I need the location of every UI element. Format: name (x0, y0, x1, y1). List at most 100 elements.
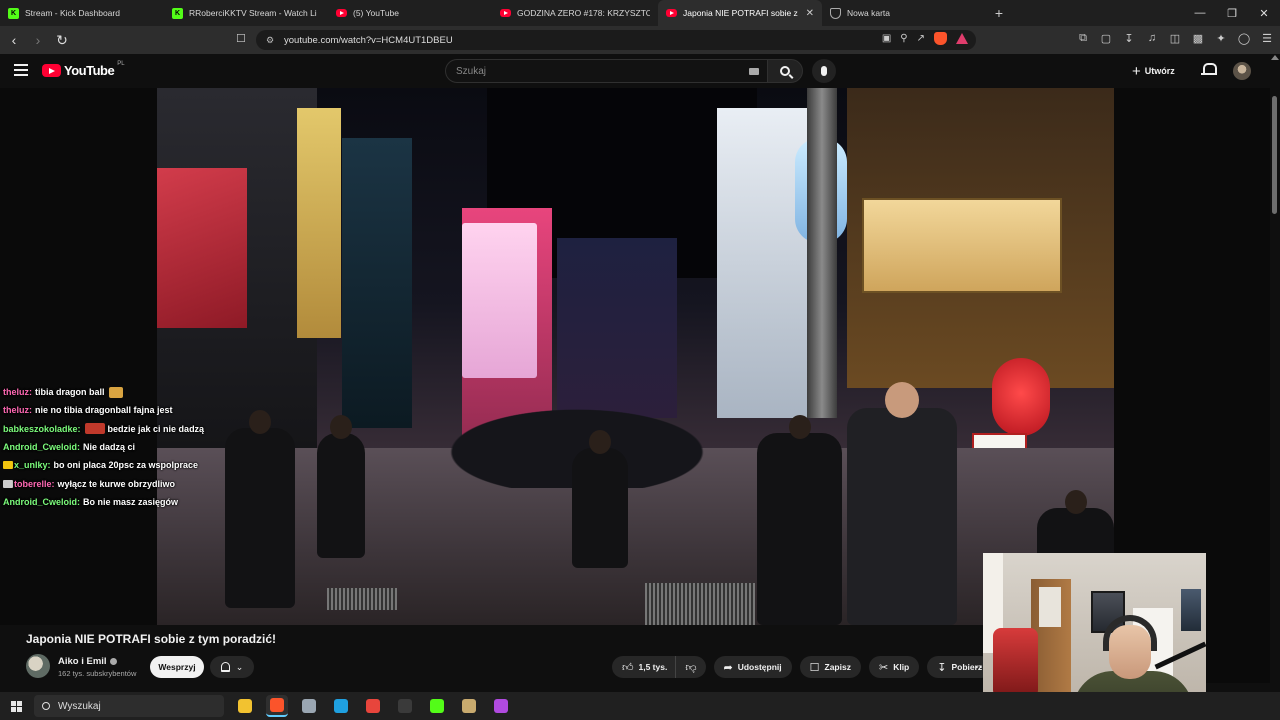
browser-extensions: ⧉ ▢ ↧ ♫ ◫ ▩ ✦ ◯ ☰ (1076, 32, 1274, 45)
share-button[interactable]: ➦ Udostępnij (713, 656, 792, 678)
guide-menu-icon[interactable] (14, 64, 28, 76)
notifications-icon[interactable] (1201, 63, 1217, 76)
music-icon[interactable]: ♫ (1145, 32, 1159, 45)
search-button[interactable] (767, 59, 803, 83)
vpn-icon[interactable]: ◯ (1237, 32, 1251, 45)
create-button[interactable]: + Utwórz (1132, 61, 1175, 81)
chat-username: theluz: (3, 405, 32, 416)
share-icon[interactable]: ↗ (917, 33, 925, 44)
new-tab-button[interactable]: + (986, 0, 1012, 26)
youtube-icon (666, 9, 677, 17)
support-button[interactable]: Wesprzyj (150, 656, 204, 678)
file-explorer-icon[interactable] (234, 695, 256, 717)
streamlabs-icon[interactable] (490, 695, 512, 717)
zoom-icon[interactable]: ⚲ (900, 33, 907, 44)
tab-list: K Stream - Kick Dashboard K RRoberciKKTV St… (0, 0, 986, 26)
ai-icon[interactable]: ✦ (1214, 32, 1228, 45)
browser-tab[interactable]: Japonia NIE POTRAFI sobie z ✕ (658, 0, 822, 26)
minimize-icon[interactable]: — (1184, 0, 1216, 26)
extensions-icon[interactable]: ⧉ (1076, 32, 1090, 45)
channel-name[interactable]: Aiko i Emil (58, 656, 117, 667)
thumbs-up-icon: 👍︎ (622, 661, 634, 674)
subscription-notifications-button[interactable]: ⌄ (210, 656, 254, 678)
like-dislike-group: 👍︎ 1,5 tys. 👎︎ (612, 656, 706, 678)
voice-search-button[interactable] (812, 59, 836, 83)
browser-tab[interactable]: GODZINA ZERO #178: KRZYSZTOF ST (492, 0, 658, 26)
obs-icon[interactable] (394, 695, 416, 717)
browser-tab[interactable]: K Stream - Kick Dashboard (0, 0, 164, 26)
chat-text: Bo nie masz zasięgów (83, 496, 179, 507)
chat-username: babkeszokoladke: (3, 423, 81, 434)
scrollbar-thumb[interactable] (1272, 96, 1277, 214)
cast-icon[interactable]: ▣ (882, 33, 891, 44)
chat-username: x_unlky: (14, 460, 51, 471)
tab-title: (5) YouTube (353, 8, 399, 18)
shield-icon (830, 7, 841, 19)
address-bar-actions: ▣ ⚲ ↗ (882, 32, 968, 45)
kick-app-icon[interactable] (426, 695, 448, 717)
chat-message: theluz: nie no tibia dragonball fajna jes… (3, 401, 253, 419)
brave-shields-icon[interactable] (934, 32, 947, 45)
chat-username: Android_Cweloid: (3, 442, 80, 453)
like-button[interactable]: 👍︎ 1,5 tys. (612, 656, 677, 678)
chrome-icon[interactable] (362, 695, 384, 717)
downloads-icon[interactable]: ↧ (1122, 32, 1136, 45)
scroll-up-icon[interactable] (1271, 55, 1279, 60)
scissors-icon: ✂ (878, 661, 889, 674)
menu-icon[interactable]: ☰ (1260, 32, 1274, 45)
reload-icon[interactable]: ↻ (52, 30, 72, 50)
channel-avatar[interactable] (26, 654, 50, 678)
video-player[interactable] (157, 88, 1114, 625)
chat-username: Android_Cweloid: (3, 496, 80, 507)
search-input[interactable]: Szukaj (445, 59, 767, 83)
window-controls: — ❐ ✕ (1184, 0, 1280, 26)
subscriber-count: 162 tys. subskrybentów (58, 669, 137, 678)
url-text: youtube.com/watch?v=HCM4UT1DBEU (284, 34, 453, 46)
back-icon[interactable]: ‹ (4, 30, 24, 50)
chat-username: toberelle: (14, 478, 55, 489)
save-button[interactable]: ☐ Zapisz (799, 656, 861, 678)
brave-icon[interactable] (266, 695, 288, 717)
forward-icon[interactable]: › (28, 30, 48, 50)
edge-icon[interactable] (330, 695, 352, 717)
video-actions: 👍︎ 1,5 tys. 👎︎ ➦ Udostępnij ☐ Zapisz ✂ K… (612, 656, 993, 678)
kick-icon: K (8, 7, 19, 19)
tab-title: Japonia NIE POTRAFI sobie z (683, 8, 798, 18)
clip-button[interactable]: ✂ Klip (868, 656, 920, 678)
search-icon (780, 66, 790, 76)
browser-tab[interactable]: (5) YouTube (328, 0, 492, 26)
close-window-icon[interactable]: ✕ (1248, 0, 1280, 26)
tab-title: Stream - Kick Dashboard (25, 8, 120, 18)
site-info-icon[interactable]: ⚙ (266, 35, 276, 46)
youtube-masthead: YouTube PL Szukaj + Utwórz (0, 54, 1280, 88)
desktop-app-icon[interactable] (298, 695, 320, 717)
tab-title: GODZINA ZERO #178: KRZYSZTOF ST (517, 8, 650, 18)
close-tab-icon[interactable]: ✕ (806, 8, 814, 19)
brave-rewards-icon[interactable] (956, 33, 968, 44)
youtube-logo[interactable]: YouTube PL (42, 61, 125, 78)
youtube-icon (500, 9, 511, 17)
account-avatar[interactable] (1233, 62, 1251, 80)
chat-text: bo oni placa 20psc za wspolprace (53, 460, 199, 471)
keyboard-icon[interactable] (749, 68, 759, 75)
start-button[interactable] (0, 692, 32, 720)
chat-text: Nie dadzą ci (83, 442, 136, 453)
wallet-icon[interactable]: ▩ (1191, 32, 1205, 45)
browser-tab[interactable]: Nowa karta (822, 0, 986, 26)
save-label: Zapisz (824, 662, 851, 672)
screenshot-icon[interactable]: ▢ (1099, 32, 1113, 45)
youtube-play-icon (42, 64, 61, 77)
sidebar-icon[interactable]: ◫ (1168, 32, 1182, 45)
dislike-button[interactable]: 👎︎ (676, 656, 706, 678)
logo-text: YouTube (64, 63, 115, 78)
clip-label: Klip (893, 662, 910, 672)
chat-username: theluz: (3, 387, 32, 398)
address-bar[interactable]: ⚙ youtube.com/watch?v=HCM4UT1DBEU ▣ ⚲ ↗ (256, 30, 976, 50)
bookmark-icon[interactable]: ☐ (236, 32, 246, 45)
restore-icon[interactable]: ❐ (1216, 0, 1248, 26)
chat-badge-icon (3, 479, 13, 488)
country-code: PL (117, 61, 125, 67)
taskbar-search[interactable]: Wyszukaj (34, 695, 224, 717)
browser-tab[interactable]: K RRoberciKKTV Stream - Watch Li (164, 0, 328, 26)
league-icon[interactable] (458, 695, 480, 717)
